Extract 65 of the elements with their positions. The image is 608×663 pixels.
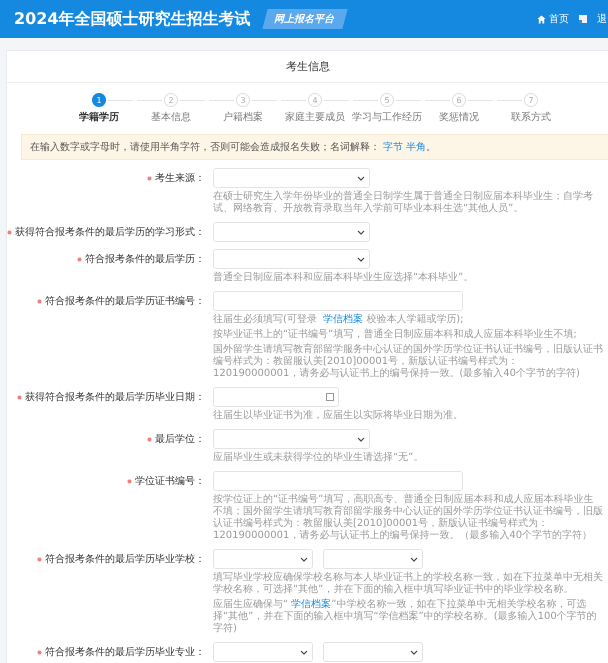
hint-text: 按学位证上的“证书编号”填写，高职高专、普通全日制应届本科和成人应届本科毕业生不填；国外留学生请填写教育部留学服务中心认证的国外学历学位证书认证书编号，旧版认证书编号样式为：教留服认美[2010]00001号，新版认证书编号样式为：120190000001，请务必与认证书上的编号保持一致。（最多输入40个字节的字符）	[213, 494, 603, 542]
select-field[interactable]	[323, 549, 423, 569]
hint-text: 按毕业证书上的“证书编号”填写，普通全日制应届本科和成人应届本科毕业生不填;	[213, 329, 578, 341]
select-field[interactable]	[213, 642, 313, 662]
chevron-down-icon	[357, 256, 365, 262]
hint-text: 在硕士研究生入学年份毕业的普通全日制学生属于普通全日制应届本科毕业生；自学考试、网络教育、开放教育录取当年入学前可毕业本科生选“其他人员”。	[213, 191, 594, 215]
step-number[interactable]: 2	[164, 93, 178, 107]
step-label[interactable]: 家庭主要成员	[285, 110, 345, 124]
calendar-icon	[326, 393, 334, 401]
hint-text: 普通全日制应届本科和应届本科毕业生应选择“本科毕业”。	[213, 272, 474, 284]
chevron-down-icon	[300, 650, 308, 654]
select-field[interactable]	[213, 222, 370, 242]
step-label[interactable]: 联系方式	[511, 110, 551, 124]
site-title: 2024年全国硕士研究生招生考试	[14, 8, 251, 30]
link[interactable]: 学信档案	[323, 314, 364, 325]
link[interactable]: 字节	[383, 142, 403, 153]
logout-link[interactable]: 退	[597, 12, 607, 26]
select-field[interactable]	[213, 249, 370, 269]
chevron-down-icon	[300, 556, 308, 562]
step-label[interactable]: 奖惩情况	[439, 110, 479, 124]
home-icon	[537, 14, 546, 24]
date-field[interactable]	[213, 387, 339, 407]
step-number[interactable]: 1	[92, 93, 106, 107]
field-label: 获得符合报考条件的最后学历的学习形式：	[7, 222, 205, 242]
hint-text: 往届生必须填写(可登录 学信档案 校验本人学籍或学历);	[213, 314, 465, 326]
select-field[interactable]	[213, 429, 370, 449]
hint-text: 应届生应确保与“ 学信档案”中学校名称一致，如在下拉菜单中无相关学校名称，可选择“其他”，并在下面的输入框中填写“学信档案”中的学校名称。(最多输入100个字节的字符)	[213, 599, 598, 635]
field-label: 符合报考条件的最后学历证书编号：	[7, 291, 205, 311]
select-field[interactable]	[323, 642, 423, 662]
input-field[interactable]	[213, 291, 463, 311]
chevron-down-icon	[357, 436, 365, 442]
step-number[interactable]: 4	[308, 93, 322, 107]
field-label: 符合报考条件的最后学历：	[7, 249, 205, 269]
card-title: 考生信息	[7, 51, 608, 83]
field-label: 考生来源：	[7, 168, 205, 188]
user-icon[interactable]	[579, 15, 587, 23]
step-number[interactable]: 3	[236, 93, 250, 107]
chevron-down-icon	[410, 556, 418, 562]
step-label[interactable]: 户籍档案	[223, 110, 263, 124]
step-label[interactable]: 学习与工作经历	[352, 110, 422, 124]
step-label[interactable]: 基本信息	[151, 110, 191, 124]
link[interactable]: 半角	[406, 142, 426, 153]
notice-text: 在输入数字或字母时，请使用半角字符，否则可能会造成报名失败；名词解释： 字节 半角。	[21, 134, 608, 160]
step-number[interactable]: 5	[380, 93, 394, 107]
hint-text: 国外留学生请填写教育部留学服务中心认证的国外学历学位证书认证书编号，旧版认证书编号样式为：教留服认美[2010]00001号，新版认证书编号样式为：120190000001，请务必与认证书上的编号保持一致。(最多输入40个字节的字符)	[213, 344, 603, 380]
select-field[interactable]	[213, 549, 313, 569]
home-link[interactable]: 首页	[537, 12, 569, 26]
hint-text: 往届生以毕业证书为准，应届生以实际将毕业日期为准。	[213, 410, 464, 422]
chevron-down-icon	[410, 650, 418, 654]
field-label: 获得符合报考条件的最后学历毕业日期：	[7, 387, 205, 407]
field-label: 最后学位：	[7, 429, 205, 449]
hint-text: 填写毕业学校应确保学校名称与本人毕业证书上的学校名称一致，如在下拉菜单中无相关学校名称，可选择“其他”，并在下面的输入框中填写毕业证书中的毕业学校名称。	[213, 572, 603, 596]
hint-text: 应届毕业生或未获得学位的毕业生请选择“无”。	[213, 452, 424, 464]
input-field[interactable]	[213, 471, 463, 491]
chevron-down-icon	[357, 176, 365, 180]
field-label: 学位证书编号：	[7, 471, 205, 491]
step-number[interactable]: 7	[524, 93, 538, 107]
chevron-down-icon	[357, 230, 365, 234]
field-label: 符合报考条件的最后学历毕业学校：	[7, 549, 205, 569]
step-number[interactable]: 6	[452, 93, 466, 107]
select-field[interactable]	[213, 168, 370, 188]
field-label: 符合报考条件的最后学历毕业专业：	[7, 642, 205, 662]
step-label[interactable]: 学籍学历	[79, 110, 119, 124]
platform-badge: 网上报名平台	[262, 9, 348, 29]
link[interactable]: 学信档案	[291, 599, 332, 610]
